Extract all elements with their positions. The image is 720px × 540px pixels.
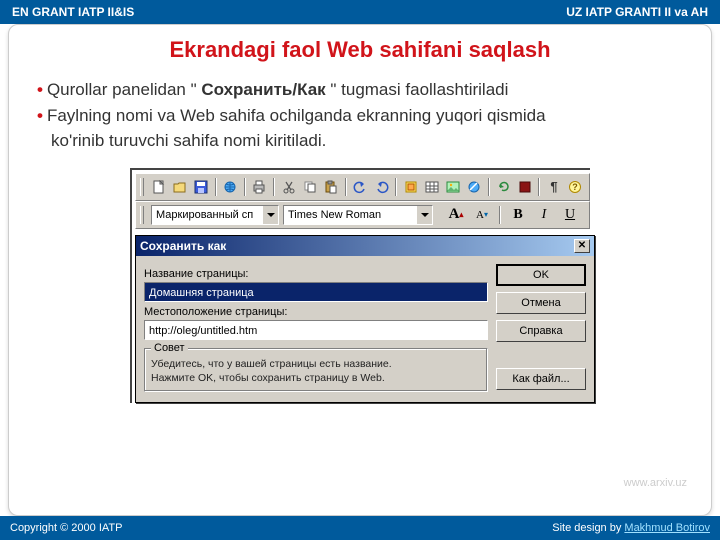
italic-button[interactable]: I	[533, 205, 555, 225]
page-location-input[interactable]: http://oleg/untitled.htm	[144, 320, 488, 340]
insert-image-button[interactable]	[444, 177, 463, 197]
embedded-app-screenshot: ¶ ? Маркированный сп Times New Roman A▴	[130, 168, 590, 403]
ok-button[interactable]: OK	[496, 264, 586, 286]
stop-button[interactable]	[515, 177, 534, 197]
toolbar-separator	[215, 178, 217, 196]
chevron-down-icon[interactable]	[416, 206, 432, 224]
toolbar-separator	[273, 178, 275, 196]
help-button[interactable]: Справка	[496, 320, 586, 342]
page-title: Ekrandagi faol Web sahifani saqlash	[33, 37, 687, 63]
toolbar-grip[interactable]	[140, 206, 144, 224]
watermark: www.arxiv.uz	[624, 477, 687, 489]
bullet-text-2-cont: ko'rinib turuvchi sahifa nomi kiritiladi…	[37, 128, 687, 154]
header-left: EN GRANT IATP II&IS	[12, 5, 134, 19]
hint-line-2: Нажмите OK, чтобы сохранить страницу в W…	[151, 371, 481, 385]
dialog-title: Сохранить как	[140, 239, 226, 253]
bold-button[interactable]: B	[507, 205, 529, 225]
toolbar-separator	[488, 178, 490, 196]
standard-toolbar: ¶ ?	[135, 173, 590, 201]
hint-line-1: Убедитесь, что у вашей страницы есть наз…	[151, 357, 481, 371]
toolbar-separator	[499, 206, 501, 224]
copy-button[interactable]	[300, 177, 319, 197]
page-name-label: Название страницы:	[144, 268, 488, 280]
save-button[interactable]	[191, 177, 210, 197]
bullet-text-2: Faylning nomi va Web sahifa ochilganda e…	[47, 103, 546, 129]
toolbar-separator	[395, 178, 397, 196]
bullet-text-1: Qurollar panelidan " Сохранить/Как " tug…	[47, 77, 508, 103]
style-combo[interactable]: Маркированный сп	[151, 205, 279, 225]
hint-legend: Совет	[151, 342, 188, 354]
page-name-input[interactable]: Домашняя страница	[144, 282, 488, 302]
undo-button[interactable]	[351, 177, 370, 197]
bullet-dot: •	[37, 103, 43, 129]
close-button[interactable]: ✕	[574, 239, 590, 253]
hyperlink-button[interactable]	[465, 177, 484, 197]
paste-button[interactable]	[321, 177, 340, 197]
copyright: Copyright © 2000 IATP	[10, 522, 122, 534]
refresh-button[interactable]	[494, 177, 513, 197]
decrease-font-button[interactable]: A▾	[471, 205, 493, 225]
save-as-dialog: Сохранить как ✕ Название страницы: Домаш…	[135, 235, 595, 403]
show-nonprinting-button[interactable]: ¶	[544, 177, 563, 197]
dialog-titlebar[interactable]: Сохранить как ✕	[136, 236, 594, 256]
toolbar-grip[interactable]	[140, 178, 144, 196]
cut-button[interactable]	[279, 177, 298, 197]
print-button[interactable]	[250, 177, 269, 197]
slide-content: Ekrandagi faol Web sahifani saqlash • Qu…	[8, 24, 712, 516]
toolbar-separator	[244, 178, 246, 196]
insert-component-button[interactable]	[401, 177, 420, 197]
open-button[interactable]	[170, 177, 189, 197]
header-right: UZ IATP GRANTI II va AH	[566, 5, 708, 19]
publish-web-button[interactable]	[221, 177, 240, 197]
font-combo[interactable]: Times New Roman	[283, 205, 433, 225]
hint-groupbox: Совет Убедитесь, что у вашей страницы ес…	[144, 348, 488, 392]
svg-text:?: ?	[573, 182, 579, 192]
insert-table-button[interactable]	[422, 177, 441, 197]
page-location-label: Местоположение страницы:	[144, 306, 488, 318]
designer-link[interactable]: Makhmud Botirov	[624, 522, 710, 534]
bullet-list: • Qurollar panelidan " Сохранить/Как " t…	[37, 77, 687, 154]
new-button[interactable]	[149, 177, 168, 197]
bullet-dot: •	[37, 77, 43, 103]
chevron-down-icon[interactable]	[262, 206, 278, 224]
top-header: EN GRANT IATP II&IS UZ IATP GRANTI II va…	[0, 0, 720, 24]
cancel-button[interactable]: Отмена	[496, 292, 586, 314]
underline-button[interactable]: U	[559, 205, 581, 225]
design-credit: Site design by Makhmud Botirov	[552, 522, 710, 534]
toolbar-separator	[538, 178, 540, 196]
format-toolbar: Маркированный сп Times New Roman A▴ A▾ B…	[135, 201, 590, 229]
help-button[interactable]: ?	[566, 177, 585, 197]
increase-font-button[interactable]: A▴	[445, 205, 467, 225]
as-file-button[interactable]: Как файл...	[496, 368, 586, 390]
redo-button[interactable]	[372, 177, 391, 197]
toolbar-separator	[345, 178, 347, 196]
footer: Copyright © 2000 IATP Site design by Mak…	[0, 516, 720, 540]
